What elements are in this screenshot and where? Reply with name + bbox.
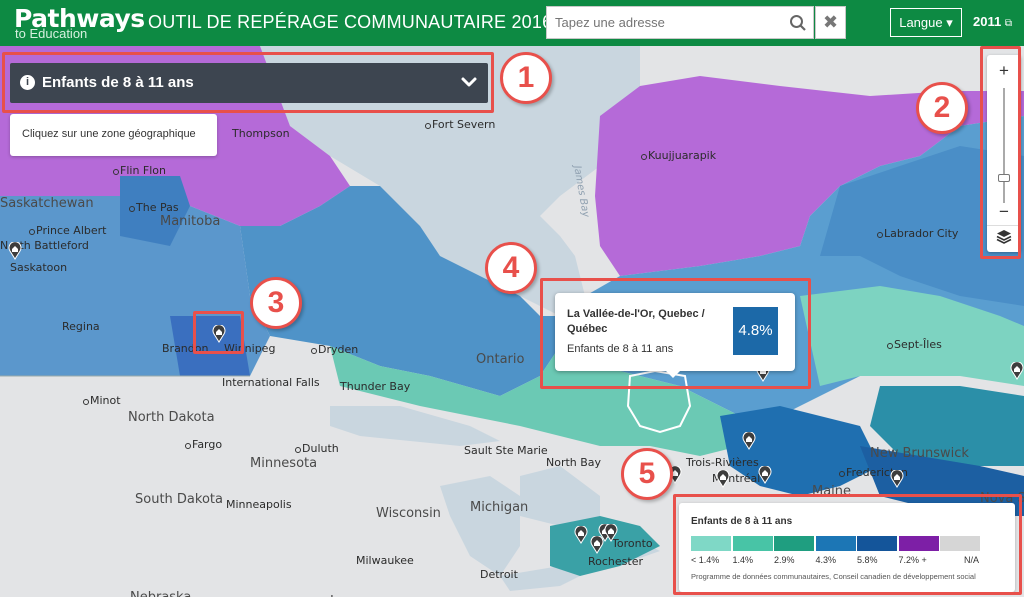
annotation-box-1 [2,52,494,113]
map-label: Kuujjuarapik [640,149,717,162]
map-label: Sept-Îles [887,338,942,351]
annotation-number-4: 4 [485,242,537,294]
location-pin-icon[interactable] [604,523,618,542]
annotation-box-5 [673,494,1022,595]
map-label: Toronto [612,537,653,550]
map-label: New Brunswick [870,446,969,461]
map-label: Thompson [232,127,290,140]
map-label: Nebraska [130,590,191,597]
annotation-number-5: 5 [621,448,673,500]
external-link-icon: ⧉ [1004,18,1012,29]
year-switch-link[interactable]: 2011 ⧉ [973,14,1012,29]
language-label: Langue [899,15,943,30]
map-label: Flin Flon [113,164,166,177]
map-label: Wisconsin [376,506,441,521]
map-label: Sault Ste Marie [464,444,548,457]
location-pin-icon[interactable] [574,525,588,544]
app-header: Pathways to Education OUTIL DE REPÉRAGE … [0,0,1024,46]
map-label: South Dakota [135,492,223,507]
logo-subtitle: to Education [15,26,88,41]
map-label: Saskatchewan [0,196,94,211]
map-label: North Bay [546,456,602,469]
caret-down-icon: ▾ [946,15,953,30]
map-label: North Dakota [128,410,215,425]
annotation-box-3 [193,311,244,354]
location-pin-icon[interactable] [742,431,756,450]
address-search[interactable] [546,6,814,39]
location-pin-icon[interactable] [1010,361,1024,380]
location-pin-icon[interactable] [716,469,730,488]
map-label: Manitoba [160,214,221,229]
annotation-number-2: 2 [916,82,968,134]
annotation-box-2 [980,46,1021,259]
year-label: 2011 [973,14,1002,29]
map-label: Minnesota [250,456,318,471]
close-icon[interactable]: ✖ [815,6,846,39]
map-label: Thunder Bay [340,380,411,393]
map-label: Dryden [310,343,359,356]
map-label: Fargo [184,438,223,451]
map-label: Milwaukee [356,554,414,567]
map-label: International Falls [222,376,320,389]
map-label: Regina [62,320,100,333]
language-button[interactable]: Langue ▾ [890,8,962,37]
map-label: Duluth [295,442,339,455]
annotation-box-4 [540,278,811,389]
map-label: Trois-Rivières [686,456,759,469]
app-title: OUTIL DE REPÉRAGE COMMUNAUTAIRE 2016 [148,12,553,32]
annotation-number-3: 3 [250,277,302,329]
map-label: Ontario [476,352,525,367]
location-pin-icon[interactable] [8,241,22,260]
click-hint: Cliquez sur une zone géographique [10,114,217,156]
map-label: The Pas [129,201,179,214]
map-label: Fort Severn [424,118,496,131]
map-label: Labrador City [876,227,959,240]
map-label: Minneapolis [226,498,292,511]
search-icon[interactable] [789,14,807,37]
annotation-number-1: 1 [500,52,552,104]
map-label: Michigan [470,500,529,515]
map-label: Minot [83,394,121,407]
map-label: Detroit [480,568,518,581]
location-pin-icon[interactable] [758,465,772,484]
search-input[interactable] [547,7,785,38]
location-pin-icon[interactable] [890,469,904,488]
map-label: Prince Albert [28,224,107,237]
map-label: Saskatoon [10,261,68,274]
map-label: Rochester [588,555,643,568]
